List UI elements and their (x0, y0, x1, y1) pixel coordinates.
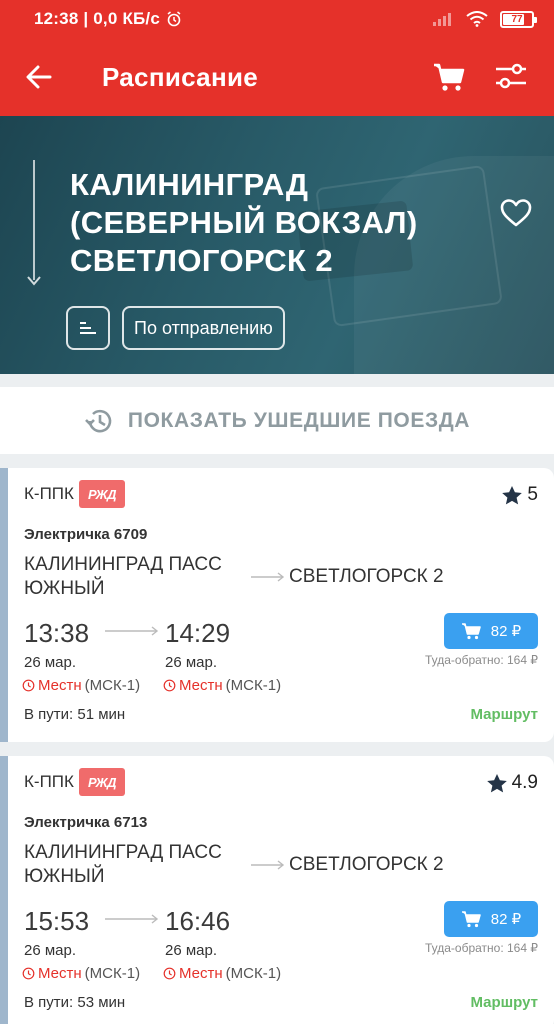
status-time: 12:38 | 0,0 КБ/с (34, 9, 161, 28)
departure-date: 26 мар. (24, 654, 77, 671)
heart-icon (500, 199, 532, 227)
timezone-local: Местн (179, 965, 223, 982)
route-link[interactable]: Маршрут (470, 706, 538, 723)
alarm-icon (167, 11, 181, 27)
arrival-timezone: Местн (МСК-1) (163, 965, 281, 982)
back-button[interactable] (0, 38, 78, 116)
wifi-icon (466, 11, 488, 27)
battery-icon: 77 (500, 10, 537, 28)
route-header: КАЛИНИНГРАД (СЕВЕРНЫЙ ВОКЗАЛ) СВЕТЛОГОРС… (0, 116, 554, 374)
timezone-local: Местн (38, 677, 82, 694)
rating-value: 5 (527, 484, 538, 505)
sort-icon (80, 322, 96, 334)
direction-line (33, 160, 35, 280)
route-arrow-icon (251, 572, 285, 582)
status-bar: 12:38 | 0,0 КБ/с 77 (0, 0, 554, 38)
carrier-name: К-ППК (24, 772, 74, 791)
carrier-name: К-ППК (24, 484, 74, 503)
arrival-date: 26 мар. (165, 654, 218, 671)
page-title: Расписание (102, 61, 258, 92)
round-trip-price: Туда-обратно: 164 ₽ (424, 941, 538, 955)
clock-icon (22, 679, 35, 692)
route-arrow-icon (251, 860, 285, 870)
round-trip-price: Туда-обратно: 164 ₽ (424, 653, 538, 667)
cart-button[interactable] (418, 46, 480, 108)
train-name: Электричка 6709 (24, 526, 148, 543)
sort-by-departure-chip[interactable]: По отправлению (122, 306, 285, 350)
departure-time: 15:53 (24, 906, 90, 936)
route-title: КАЛИНИНГРАД (СЕВЕРНЫЙ ВОКЗАЛ) СВЕТЛОГОРС… (70, 167, 418, 278)
rating: 4.9 (486, 772, 538, 794)
cart-icon (434, 63, 465, 91)
travel-duration: В пути: 51 мин (24, 706, 126, 723)
route-link[interactable]: Маршрут (470, 994, 538, 1011)
arrival-time: 14:29 (165, 618, 231, 648)
buy-ticket-button[interactable]: 82 ₽ (444, 613, 538, 649)
filter-sliders-icon (496, 63, 526, 89)
show-departed-trains-button[interactable]: ПОКАЗАТЬ УШЕДШИЕ ПОЕЗДА (0, 387, 554, 454)
battery-level: 77 (511, 13, 523, 25)
rating: 5 (501, 484, 538, 506)
signal-icon (433, 13, 451, 26)
star-icon (486, 773, 507, 792)
departure-station: КАЛИНИНГРАД ПАСС ЮЖНЫЙ (24, 842, 222, 887)
train-card[interactable]: К-ППК РЖД 5 Электричка 6709 КАЛИНИНГРАД … (0, 468, 554, 742)
timezone-msk: (МСК-1) (225, 965, 282, 982)
train-name: Электричка 6713 (24, 814, 148, 831)
favorite-button[interactable] (500, 198, 532, 233)
app-bar: Расписание (0, 38, 554, 116)
timezone-local: Местн (179, 677, 223, 694)
arrival-timezone: Местн (МСК-1) (163, 677, 281, 694)
filter-button[interactable] (480, 46, 542, 108)
timezone-msk: (МСК-1) (84, 965, 141, 982)
departure-timezone: Местн (МСК-1) (22, 965, 140, 982)
clock-icon (163, 967, 176, 980)
departure-date: 26 мар. (24, 942, 77, 959)
clock-icon (163, 679, 176, 692)
cart-icon (461, 911, 481, 928)
show-departed-label: ПОКАЗАТЬ УШЕДШИЕ ПОЕЗДА (127, 408, 471, 432)
departure-timezone: Местн (МСК-1) (22, 677, 140, 694)
clock-icon (22, 967, 35, 980)
time-arrow-icon (105, 626, 159, 636)
timezone-msk: (МСК-1) (84, 677, 141, 694)
direction-arrow-icon (27, 276, 41, 286)
time-arrow-icon (105, 914, 159, 924)
sort-order-button[interactable] (66, 306, 110, 350)
departure-station: КАЛИНИНГРАД ПАСС ЮЖНЫЙ (24, 554, 222, 599)
history-icon (85, 409, 112, 432)
ticket-price: 82 ₽ (490, 911, 522, 928)
arrival-station: СВЕТЛОГОРСК 2 (289, 854, 444, 875)
buy-ticket-button[interactable]: 82 ₽ (444, 901, 538, 937)
ticket-price: 82 ₽ (490, 623, 522, 640)
arrival-station: СВЕТЛОГОРСК 2 (289, 566, 444, 587)
timezone-msk: (МСК-1) (225, 677, 282, 694)
arrival-time: 16:46 (165, 906, 231, 936)
departure-time: 13:38 (24, 618, 90, 648)
rating-value: 4.9 (511, 772, 538, 793)
star-icon (502, 485, 523, 504)
back-arrow-icon (26, 65, 52, 89)
timezone-local: Местн (38, 965, 82, 982)
rzd-logo: РЖД (79, 480, 125, 508)
train-card[interactable]: К-ППК РЖД 4.9 Электричка 6713 КАЛИНИНГРА… (0, 756, 554, 1024)
arrival-date: 26 мар. (165, 942, 218, 959)
rzd-logo: РЖД (79, 768, 125, 796)
travel-duration: В пути: 53 мин (24, 994, 126, 1011)
cart-icon (461, 623, 481, 640)
